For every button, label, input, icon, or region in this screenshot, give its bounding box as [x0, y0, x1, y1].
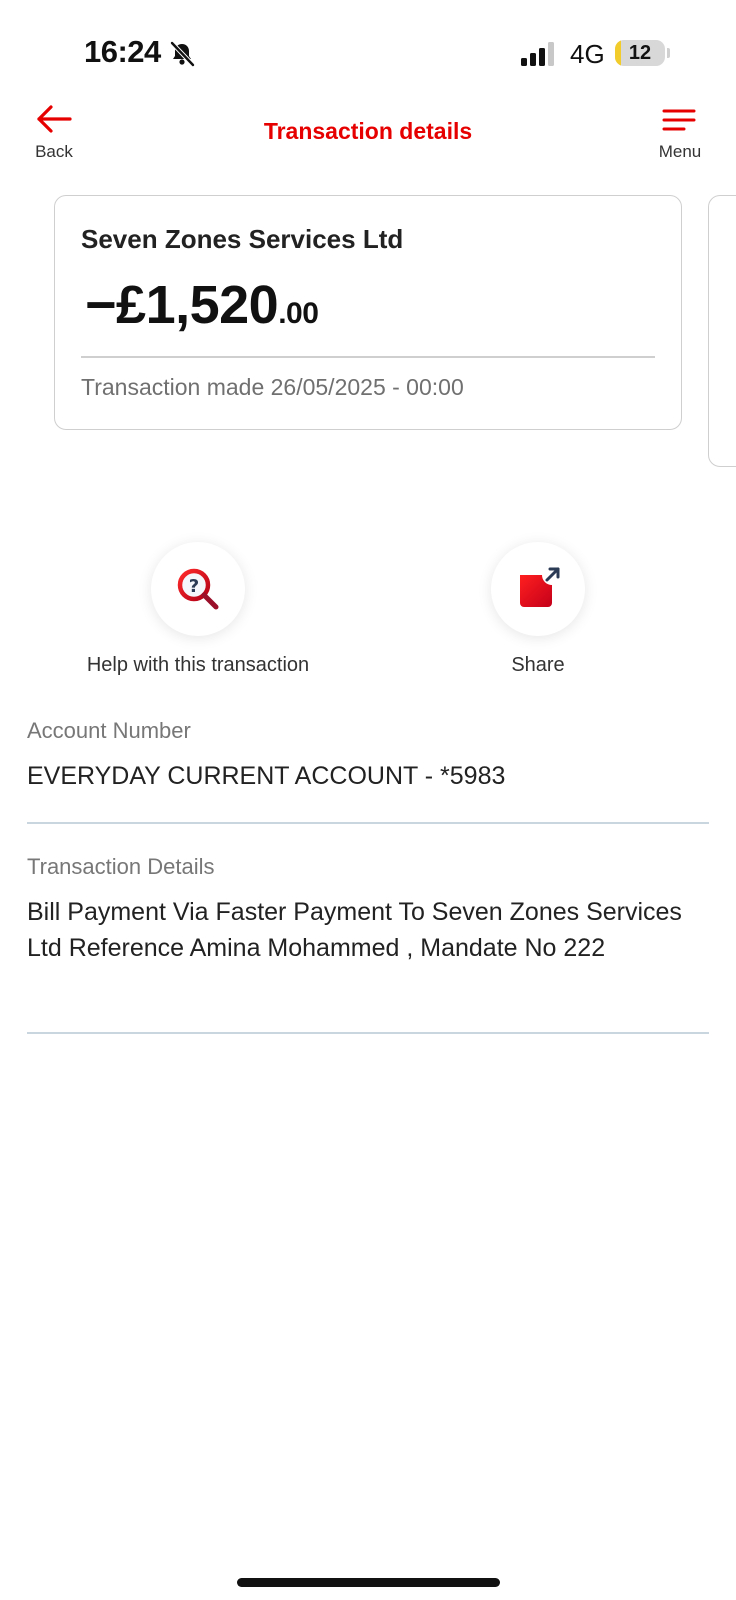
help-button[interactable]: ?	[151, 542, 245, 636]
account-number-label: Account Number	[27, 718, 191, 743]
section-divider	[27, 1032, 709, 1034]
transaction-details-section: Transaction Details Bill Payment Via Fas…	[27, 854, 709, 966]
transaction-summary-card[interactable]: Seven Zones Services Ltd −£1,520.00 Tran…	[54, 195, 682, 430]
status-time: 16:24	[84, 34, 161, 69]
transaction-details-screen: 16:24 4G 12 Back Transaction details Men…	[0, 0, 736, 1600]
back-label: Back	[35, 142, 73, 161]
transaction-amount: −£1,520.00	[85, 274, 319, 336]
account-number-section: Account Number EVERYDAY CURRENT ACCOUNT …	[27, 718, 709, 794]
transaction-details-label: Transaction Details	[27, 854, 215, 879]
share-action: Share	[478, 542, 598, 677]
svg-text:?: ?	[189, 576, 199, 597]
home-indicator[interactable]	[237, 1578, 500, 1587]
hamburger-menu-icon	[662, 109, 696, 131]
page-title: Transaction details	[263, 118, 473, 144]
transaction-date: Transaction made 26/05/2025 - 00:00	[81, 374, 464, 400]
merchant-name: Seven Zones Services Ltd	[81, 224, 404, 254]
share-external-icon	[520, 567, 560, 607]
network-type: 4G	[570, 39, 605, 69]
transaction-details-value: Bill Payment Via Faster Payment To Seven…	[27, 898, 682, 962]
help-with-transaction-action: ? Help with this transaction	[70, 542, 326, 677]
magnifier-question-icon: ?	[177, 568, 219, 610]
section-divider	[27, 822, 709, 824]
share-button[interactable]	[491, 542, 585, 636]
help-label: Help with this transaction	[86, 654, 310, 676]
app-header: Back Transaction details Menu	[0, 100, 736, 170]
cellular-signal-icon	[521, 42, 554, 66]
battery-icon: 12	[615, 40, 665, 66]
account-number-value: EVERYDAY CURRENT ACCOUNT - *5983	[27, 762, 506, 790]
battery-tip	[667, 48, 670, 58]
amount-pence: .00	[278, 297, 319, 330]
card-divider	[81, 356, 655, 358]
amount-main: −£1,520	[85, 275, 279, 335]
menu-label: Menu	[658, 142, 702, 161]
menu-button[interactable]: Menu	[650, 100, 710, 166]
share-label: Share	[511, 654, 565, 676]
next-card-peek[interactable]	[708, 195, 736, 467]
status-bar: 16:24 4G 12	[0, 0, 736, 100]
battery-level: 12	[628, 42, 652, 64]
bell-slash-icon	[170, 41, 195, 67]
